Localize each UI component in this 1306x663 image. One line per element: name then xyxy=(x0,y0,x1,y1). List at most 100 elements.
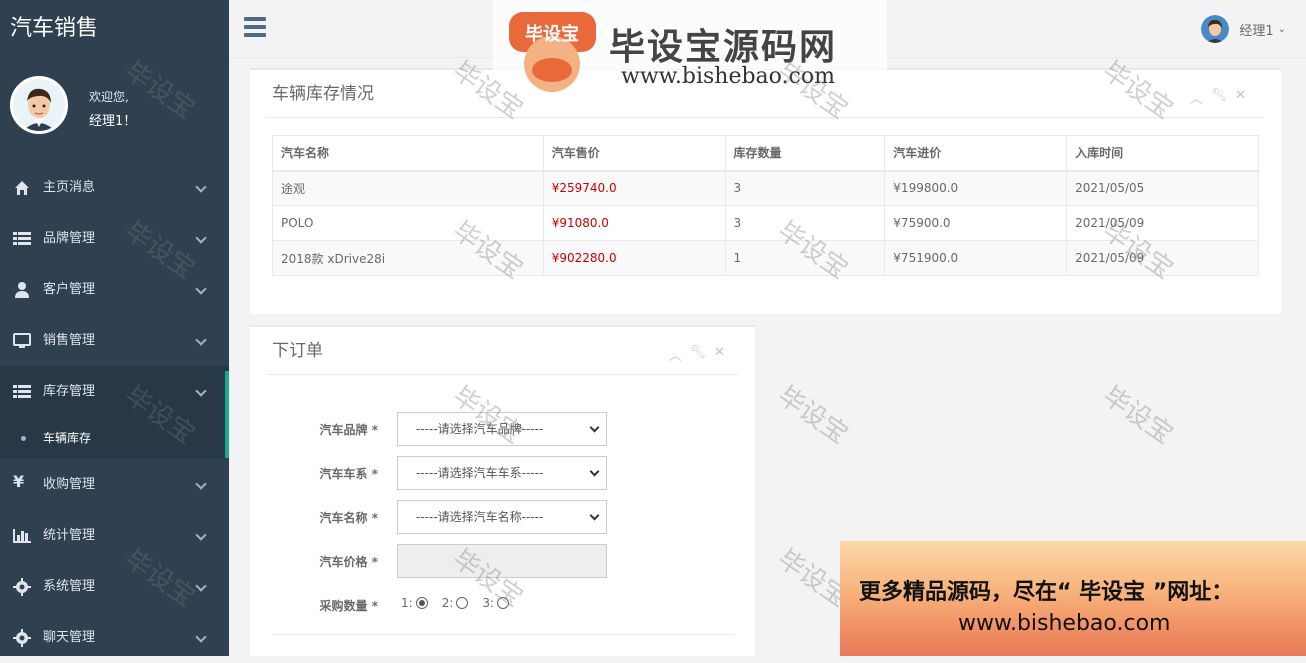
watermark-title: 毕设宝源码网 xyxy=(609,27,838,68)
chevron-down-icon xyxy=(195,478,207,490)
list-icon xyxy=(13,232,31,245)
table-row[interactable]: POLO ¥91080.0 3 ¥75900.0 2021/05/09 xyxy=(272,205,1259,241)
sidebar-item-label: 销售管理 xyxy=(43,333,96,348)
column-header[interactable]: 汽车名称 xyxy=(272,135,544,172)
table-cell: 3 xyxy=(724,205,886,241)
watermark-url: www.bishebao.com xyxy=(621,64,835,89)
sidebar-item-home-messages[interactable]: 主页消息 xyxy=(0,162,229,213)
user-menu[interactable]: 经理1 ⌄ xyxy=(1201,14,1286,44)
qty-radio-group: 1: 2: 3: xyxy=(401,596,510,610)
sidebar-subitem-vehicle-inventory[interactable]: 车辆库存 xyxy=(0,417,229,459)
table-cell: 2021/05/09 xyxy=(1066,205,1259,241)
sidebar-item-label: 聊天管理 xyxy=(43,630,96,645)
watermark-stamp: 毕设宝 xyxy=(772,380,854,451)
gear-icon xyxy=(13,578,31,596)
promo-banner: 更多精品源码，尽在“ 毕设宝 ”网址： www.bishebao.com xyxy=(840,541,1306,656)
sidebar-item-label: 收购管理 xyxy=(43,477,96,492)
watermark-logo: 毕设宝 毕设宝源码网 www.bishebao.com xyxy=(493,0,887,102)
menu-toggle-icon[interactable] xyxy=(244,17,266,37)
chevron-down-icon xyxy=(195,529,207,541)
bullet-icon xyxy=(21,436,26,441)
table-row[interactable]: 途观 ¥259740.0 3 ¥199800.0 2021/05/05 xyxy=(272,170,1259,206)
welcome-text: 欢迎您, xyxy=(89,90,129,104)
sidebar-item-customer[interactable]: 客户管理 xyxy=(0,264,229,315)
qty-option-2[interactable]: 2: xyxy=(442,596,469,610)
promo-url: www.bishebao.com xyxy=(958,611,1171,636)
form-row-price: 汽车价格 * xyxy=(250,544,650,578)
user-avatar xyxy=(1201,15,1230,43)
panel-tools: ︿ 🔧︎ ✕ xyxy=(669,345,725,364)
table-cell: 1 xyxy=(724,240,886,276)
table-cell: 3 xyxy=(724,170,886,206)
sidebar-item-label: 系统管理 xyxy=(43,579,96,594)
table-cell: ¥91080.0 xyxy=(542,205,726,241)
chevron-down-icon xyxy=(195,232,207,244)
sidebar-subitem-label: 车辆库存 xyxy=(43,431,92,445)
form-row-brand: 汽车品牌 * -----请选择汽车品牌----- xyxy=(250,412,650,446)
sidebar-item-label: 库存管理 xyxy=(43,384,96,399)
radio-button[interactable] xyxy=(456,597,469,609)
svg-text:毕设宝: 毕设宝 xyxy=(525,23,579,45)
wrench-icon[interactable]: 🔧︎ xyxy=(690,345,707,364)
user-name: 经理1 xyxy=(1239,23,1274,39)
close-icon[interactable]: ✕ xyxy=(1235,88,1246,107)
monitor-icon xyxy=(13,333,31,348)
name-select[interactable]: -----请选择汽车名称----- xyxy=(397,500,607,534)
form-row-qty: 采购数量 * 1: 2: 3: xyxy=(250,588,650,622)
yen-icon: ¥ xyxy=(13,472,25,491)
sidebar-item-acquisition[interactable]: ¥ 收购管理 xyxy=(0,459,229,510)
form-divider xyxy=(272,634,733,635)
profile-name: 经理1！ xyxy=(89,114,137,129)
sidebar: 汽车销售 欢迎您, 经理1！ 主页消息 品牌管理 客户管理 销售管理 库存管理 … xyxy=(0,0,229,656)
radio-button[interactable] xyxy=(415,597,428,609)
column-header[interactable]: 汽车售价 xyxy=(542,135,726,172)
table-cell: ¥902280.0 xyxy=(542,240,726,276)
table-cell: ¥75900.0 xyxy=(884,205,1068,241)
chevron-down-icon xyxy=(195,385,207,397)
inventory-table: 汽车名称 汽车售价 库存数量 汽车进价 入库时间 途观 ¥259740.0 3 … xyxy=(272,135,1259,276)
collapse-icon[interactable]: ︿ xyxy=(1190,88,1203,107)
panel-tools: ︿ 🔧︎ ✕ xyxy=(1190,88,1246,107)
price-label: 汽车价格 * xyxy=(319,555,378,569)
table-row[interactable]: 2018款 xDrive28i ¥902280.0 1 ¥751900.0 20… xyxy=(272,240,1259,276)
sidebar-item-label: 统计管理 xyxy=(43,528,96,543)
chevron-down-icon xyxy=(589,422,600,433)
sidebar-item-statistics[interactable]: 统计管理 xyxy=(0,510,229,561)
name-label: 汽车名称 * xyxy=(319,511,378,525)
chevron-down-icon xyxy=(195,181,207,193)
close-icon[interactable]: ✕ xyxy=(714,345,725,364)
form-row-series: 汽车车系 * -----请选择汽车车系----- xyxy=(250,456,650,490)
list-icon xyxy=(13,385,31,398)
column-header[interactable]: 库存数量 xyxy=(724,135,886,172)
sidebar-item-label: 客户管理 xyxy=(43,282,96,297)
table-cell: ¥199800.0 xyxy=(884,170,1068,206)
sidebar-item-brand[interactable]: 品牌管理 xyxy=(0,213,229,264)
sidebar-item-sales[interactable]: 销售管理 xyxy=(0,315,229,366)
bar-chart-icon xyxy=(13,529,31,543)
sidebar-item-label: 品牌管理 xyxy=(43,231,96,246)
sidebar-item-chat[interactable]: 聊天管理 xyxy=(0,612,229,663)
series-select[interactable]: -----请选择汽车车系----- xyxy=(397,456,607,490)
price-input xyxy=(397,544,607,578)
brand-select[interactable]: -----请选择汽车品牌----- xyxy=(397,412,607,446)
chevron-down-icon: ⌄ xyxy=(1277,23,1286,35)
sidebar-item-label: 主页消息 xyxy=(43,180,96,195)
column-header[interactable]: 汽车进价 xyxy=(884,135,1068,172)
radio-button[interactable] xyxy=(497,597,510,609)
table-cell: ¥259740.0 xyxy=(542,170,726,206)
gear-icon xyxy=(13,629,31,647)
chevron-down-icon xyxy=(195,334,207,346)
sidebar-item-inventory[interactable]: 库存管理 xyxy=(0,366,229,417)
collapse-icon[interactable]: ︿ xyxy=(669,345,682,364)
avatar[interactable] xyxy=(10,76,68,134)
qty-option-3[interactable]: 3: xyxy=(482,596,510,610)
home-icon xyxy=(15,181,29,195)
qty-option-1[interactable]: 1: xyxy=(401,596,428,610)
table-cell: POLO xyxy=(272,205,544,241)
order-panel-title: 下订单 xyxy=(267,327,738,375)
wrench-icon[interactable]: 🔧︎ xyxy=(1211,88,1228,107)
table-header-row: 汽车名称 汽车售价 库存数量 汽车进价 入库时间 xyxy=(272,135,1259,172)
column-header[interactable]: 入库时间 xyxy=(1066,135,1259,172)
promo-text: 更多精品源码，尽在“ 毕设宝 ”网址： xyxy=(859,580,1234,605)
sidebar-item-system[interactable]: 系统管理 xyxy=(0,561,229,612)
